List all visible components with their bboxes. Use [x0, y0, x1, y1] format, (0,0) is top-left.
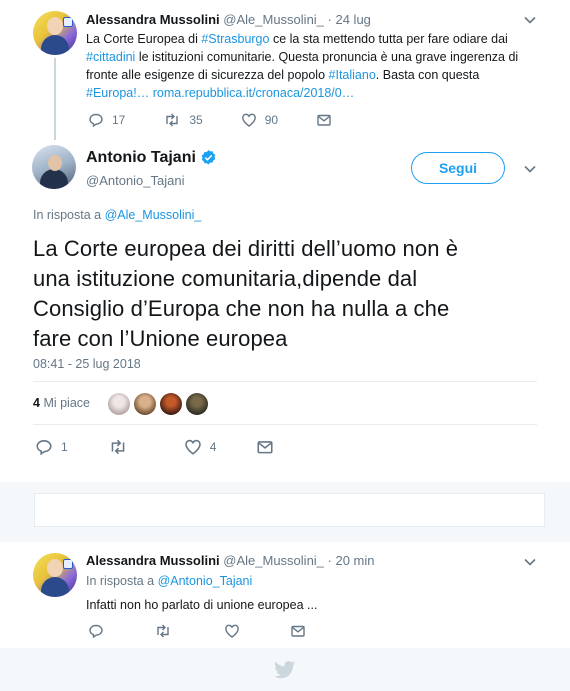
- retweet-icon: [166, 113, 179, 127]
- reply-button[interactable]: [88, 623, 104, 639]
- author-name[interactable]: Alessandra Mussolini: [86, 553, 220, 568]
- like-count: 4: [209, 440, 217, 454]
- text-segment: La Corte Europea di: [86, 32, 202, 46]
- reply-icon: [36, 440, 52, 456]
- twitter-bird-icon: [274, 660, 296, 678]
- avatar[interactable]: [33, 553, 77, 597]
- reply-button[interactable]: 17: [88, 112, 125, 128]
- text-segment: le istituzioni comunitarie. Questa pronu…: [135, 50, 519, 64]
- reply-context: In risposta a @Antonio_Tajani: [86, 574, 252, 588]
- verified-icon: [202, 150, 216, 165]
- reply-prefix: In risposta a: [86, 574, 155, 588]
- tweet-actions: [88, 623, 344, 639]
- text-segment: . Basta con questa: [375, 68, 480, 82]
- text-line: La Corte europea dei diritti dell’uomo n…: [33, 236, 459, 261]
- author-handle[interactable]: @Ale_Mussolini_: [223, 12, 324, 27]
- likes-count: 4: [33, 396, 40, 410]
- tweet-actions: 17 35 90: [88, 112, 370, 128]
- liker-avatar[interactable]: [108, 393, 130, 415]
- avatar-face: [47, 559, 63, 577]
- retweet-button[interactable]: [154, 623, 172, 639]
- divider: [33, 424, 537, 425]
- liker-avatar[interactable]: [134, 393, 156, 415]
- chevron-down-icon[interactable]: [523, 555, 537, 569]
- tweet-text: Infatti non ho parlato di unione europea…: [86, 598, 318, 612]
- chevron-down-icon[interactable]: [523, 162, 537, 176]
- text-line: fare con l’Unione europea: [33, 326, 288, 351]
- author-name[interactable]: Alessandra Mussolini: [86, 12, 220, 27]
- thread-line: [54, 58, 56, 140]
- tweet-actions: 1 4: [35, 438, 312, 456]
- parent-tweet[interactable]: Alessandra Mussolini @Ale_Mussolini_ · 2…: [0, 0, 570, 140]
- retweet-button[interactable]: 35: [163, 112, 203, 128]
- text-segment: ce la sta mettendo tutta per fare odiare…: [269, 32, 508, 46]
- tweet-header: Alessandra Mussolini @Ale_Mussolini_ · 2…: [86, 12, 371, 27]
- avatar-logo: [63, 559, 73, 569]
- dm-icon: [257, 441, 273, 454]
- reply-count: 17: [112, 113, 126, 127]
- tweet-time[interactable]: · 24 lug: [328, 12, 371, 27]
- like-icon: [241, 113, 256, 127]
- avatar-face: [48, 155, 62, 171]
- avatar[interactable]: [33, 11, 77, 55]
- author-name[interactable]: Antonio Tajani: [86, 149, 196, 166]
- text-line: una istituzione comunitaria,dipende dal: [33, 266, 418, 291]
- likes-label: Mi piace: [43, 396, 90, 410]
- retweet-button[interactable]: [108, 438, 128, 456]
- dm-button[interactable]: [256, 438, 274, 456]
- reply-to-link[interactable]: @Antonio_Tajani: [158, 574, 253, 588]
- reply-button[interactable]: 1: [35, 438, 68, 456]
- avatar[interactable]: [32, 145, 76, 189]
- follow-button[interactable]: Segui: [411, 152, 505, 184]
- reply-icon: [89, 113, 103, 128]
- tweet-text: La Corte europea dei diritti dell’uomo n…: [33, 234, 538, 354]
- reply-input[interactable]: [34, 493, 545, 527]
- tweet-text: La Corte Europea di #Strasburgo ce la st…: [86, 30, 536, 102]
- reply-prefix: In risposta a: [33, 208, 102, 222]
- avatar-body: [41, 35, 69, 55]
- retweet-count: 35: [189, 113, 203, 127]
- text-line: Consiglio d’Europa che non ha nulla a ch…: [33, 296, 450, 321]
- like-button[interactable]: 4: [184, 438, 217, 456]
- likers-avatars: [108, 393, 208, 415]
- tweet-header: Alessandra Mussolini @Ale_Mussolini_ · 2…: [86, 553, 375, 568]
- divider: [33, 381, 537, 382]
- hashtag-link[interactable]: #Europa!…: [86, 86, 149, 100]
- retweet-icon: [157, 624, 169, 638]
- likes-summary[interactable]: 4 Mi piace: [33, 396, 90, 410]
- avatar-logo: [63, 17, 73, 27]
- url-link[interactable]: roma.repubblica.it/cronaca/2018/0…: [153, 86, 355, 100]
- tweet-timestamp[interactable]: 08:41 - 25 lug 2018: [33, 357, 141, 371]
- chevron-down-icon[interactable]: [523, 13, 537, 27]
- avatar-face: [47, 17, 63, 35]
- like-button[interactable]: 90: [241, 112, 278, 128]
- liker-avatar[interactable]: [186, 393, 208, 415]
- tweet-time[interactable]: · 20 min: [328, 553, 375, 568]
- avatar-body: [40, 169, 68, 189]
- reply-to-link[interactable]: @Ale_Mussolini_: [105, 208, 202, 222]
- reply-count: 1: [61, 440, 68, 454]
- avatar-body: [41, 577, 69, 597]
- like-button[interactable]: [224, 623, 240, 639]
- author-name-row: Antonio Tajani: [86, 149, 217, 167]
- dm-icon: [291, 625, 305, 637]
- reply-context: In risposta a @Ale_Mussolini_: [33, 208, 201, 222]
- dm-button[interactable]: [316, 112, 332, 128]
- retweet-icon: [111, 439, 125, 455]
- like-icon: [184, 439, 201, 455]
- author-handle[interactable]: @Ale_Mussolini_: [223, 553, 324, 568]
- footer: [0, 648, 570, 691]
- like-icon: [225, 624, 239, 638]
- hashtag-link[interactable]: #Strasburgo: [201, 32, 269, 46]
- text-segment: fronte alle esigenze di sicurezza del po…: [86, 68, 329, 82]
- liker-avatar[interactable]: [160, 393, 182, 415]
- like-count: 90: [264, 113, 279, 127]
- dm-button[interactable]: [290, 623, 306, 639]
- hashtag-link[interactable]: #cittadini: [86, 50, 135, 64]
- reply-icon: [89, 624, 103, 639]
- author-handle[interactable]: @Antonio_Tajani: [86, 173, 184, 188]
- hashtag-link[interactable]: #Italiano: [329, 68, 376, 82]
- dm-icon: [317, 114, 331, 126]
